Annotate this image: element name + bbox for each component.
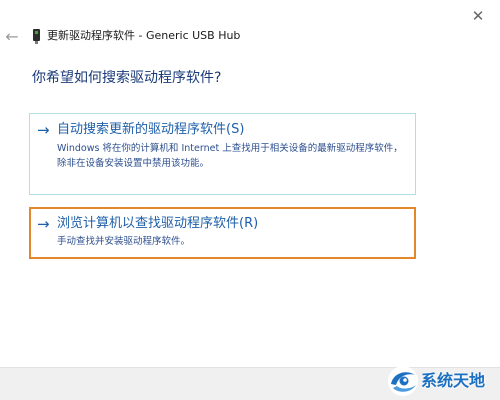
option-auto-search-description: Windows 将在你的计算机和 Internet 上查找用于相关设备的最新驱动…: [57, 143, 403, 169]
option-auto-search[interactable]: → 自动搜索更新的驱动程序软件(S) Windows 将在你的计算机和 Inte…: [29, 113, 416, 195]
update-driver-dialog: ✕ ← 更新驱动程序软件 - Generic USB Hub 你希望如何搜索驱动…: [0, 0, 500, 400]
option-auto-search-title: 自动搜索更新的驱动程序软件(S): [57, 122, 245, 137]
watermark-logo: 系统天地: [386, 364, 498, 398]
option-browse-computer-description: 手动查找并安装驱动程序软件。: [57, 236, 191, 247]
close-icon[interactable]: ✕: [466, 6, 490, 26]
search-question-heading: 你希望如何搜索驱动程序软件?: [32, 70, 222, 86]
option-browse-computer-title: 浏览计算机以查找驱动程序软件(R): [57, 216, 259, 231]
option-browse-computer[interactable]: → 浏览计算机以查找驱动程序软件(R) 手动查找并安装驱动程序软件。: [29, 207, 416, 259]
watermark-text: 系统天地: [421, 371, 486, 390]
window-title: 更新驱动程序软件 - Generic USB Hub: [47, 29, 241, 42]
arrow-right-icon: →: [37, 215, 50, 233]
arrow-right-icon: →: [37, 121, 50, 139]
back-arrow-icon[interactable]: ←: [3, 27, 21, 47]
logo-emblem-icon: [388, 366, 418, 396]
usb-device-icon: [33, 29, 40, 44]
